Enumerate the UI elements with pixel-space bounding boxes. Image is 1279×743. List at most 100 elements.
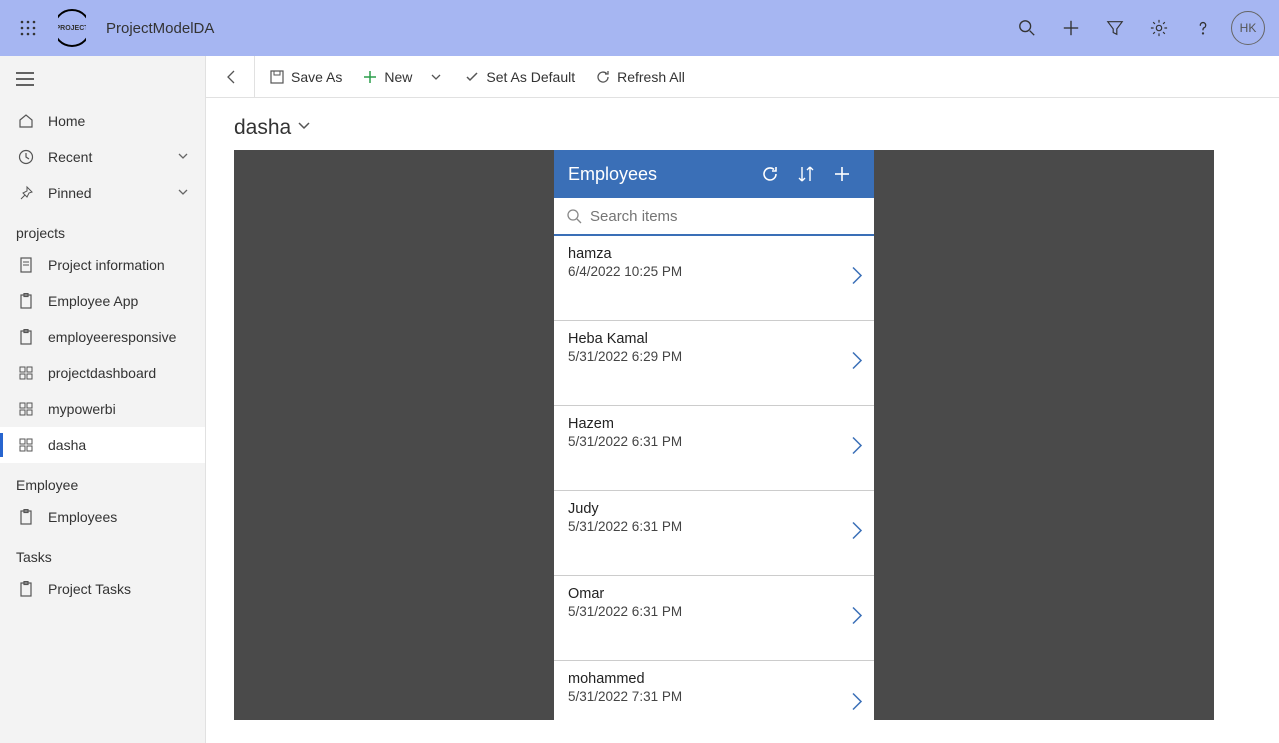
chevron-right-icon <box>850 436 864 461</box>
nav-label: dasha <box>48 437 86 453</box>
item-date: 5/31/2022 7:31 PM <box>568 689 860 704</box>
command-bar: Save As New Set As Default Refresh All <box>206 56 1279 98</box>
section-projects: projects <box>0 211 205 247</box>
nav-label: Employees <box>48 509 117 525</box>
item-name: Judy <box>568 501 860 517</box>
gear-icon[interactable] <box>1137 6 1181 50</box>
nav-label: mypowerbi <box>48 401 116 417</box>
chevron-right-icon <box>850 691 864 716</box>
app-canvas: Employees hamza 6/4/2022 10:25 PM <box>234 150 1214 720</box>
avatar[interactable]: HK <box>1231 11 1265 45</box>
set-default-button[interactable]: Set As Default <box>454 56 585 98</box>
sidebar-item-mypowerbi[interactable]: mypowerbi <box>0 391 205 427</box>
refresh-icon[interactable] <box>752 156 788 192</box>
app-title: ProjectModelDA <box>106 20 214 37</box>
search-icon[interactable] <box>1005 6 1049 50</box>
help-icon[interactable] <box>1181 6 1225 50</box>
item-name: mohammed <box>568 671 860 687</box>
sidebar-item-project-information[interactable]: Project information <box>0 247 205 283</box>
dashboard-icon <box>16 437 36 453</box>
panel-header: Employees <box>554 150 874 198</box>
nav-pinned[interactable]: Pinned <box>0 175 205 211</box>
item-date: 5/31/2022 6:31 PM <box>568 434 860 449</box>
cmd-label: Set As Default <box>486 69 575 85</box>
cmd-label: Save As <box>291 69 342 85</box>
employees-list: hamza 6/4/2022 10:25 PM Heba Kamal 5/31/… <box>554 236 874 720</box>
add-icon[interactable] <box>824 156 860 192</box>
chevron-right-icon <box>850 266 864 291</box>
app-launcher-icon[interactable] <box>8 8 48 48</box>
nav-label: projectdashboard <box>48 365 156 381</box>
nav-home[interactable]: Home <box>0 103 205 139</box>
clipboard-icon <box>16 509 36 525</box>
main: Save As New Set As Default Refresh All d… <box>206 56 1279 743</box>
hamburger-icon[interactable] <box>0 60 205 103</box>
list-item[interactable]: mohammed 5/31/2022 7:31 PM <box>554 661 874 720</box>
chevron-right-icon <box>850 606 864 631</box>
list-item[interactable]: Judy 5/31/2022 6:31 PM <box>554 491 874 576</box>
app-logo: PROJECT <box>52 8 92 48</box>
top-header: PROJECT ProjectModelDA HK <box>0 0 1279 56</box>
item-date: 6/4/2022 10:25 PM <box>568 264 860 279</box>
nav-label: Project information <box>48 257 165 273</box>
filter-icon[interactable] <box>1093 6 1137 50</box>
dashboard-icon <box>16 401 36 417</box>
employees-panel: Employees hamza 6/4/2022 10:25 PM <box>554 150 874 720</box>
refresh-all-button[interactable]: Refresh All <box>585 56 695 98</box>
sidebar-item-project-tasks[interactable]: Project Tasks <box>0 571 205 607</box>
clipboard-icon <box>16 581 36 597</box>
sidebar-item-projectdashboard[interactable]: projectdashboard <box>0 355 205 391</box>
list-item[interactable]: hamza 6/4/2022 10:25 PM <box>554 236 874 321</box>
home-icon <box>16 113 36 129</box>
item-name: Omar <box>568 586 860 602</box>
item-date: 5/31/2022 6:31 PM <box>568 519 860 534</box>
nav-label: Recent <box>48 149 92 165</box>
list-item[interactable]: Omar 5/31/2022 6:31 PM <box>554 576 874 661</box>
item-name: Heba Kamal <box>568 331 860 347</box>
add-icon[interactable] <box>1049 6 1093 50</box>
sidebar-item-dasha[interactable]: dasha <box>0 427 205 463</box>
chevron-down-icon[interactable] <box>297 119 311 138</box>
dashboard-icon <box>16 365 36 381</box>
page-title-row: dasha <box>206 98 1279 150</box>
chevron-right-icon <box>850 521 864 546</box>
search-input[interactable] <box>590 208 862 225</box>
pin-icon <box>16 185 36 201</box>
chevron-down-icon <box>177 185 189 201</box>
sort-icon[interactable] <box>788 156 824 192</box>
page-title: dasha <box>234 116 291 140</box>
item-date: 5/31/2022 6:31 PM <box>568 604 860 619</box>
list-item[interactable]: Hazem 5/31/2022 6:31 PM <box>554 406 874 491</box>
nav-label: employeeresponsive <box>48 329 176 345</box>
clipboard-icon <box>16 293 36 309</box>
clipboard-icon <box>16 329 36 345</box>
chevron-right-icon <box>850 351 864 376</box>
section-tasks: Tasks <box>0 535 205 571</box>
nav-label: Pinned <box>48 185 92 201</box>
new-dropdown[interactable] <box>422 56 454 98</box>
cmd-label: New <box>384 69 412 85</box>
save-as-button[interactable]: Save As <box>259 56 352 98</box>
sidebar-item-employees[interactable]: Employees <box>0 499 205 535</box>
nav-label: Employee App <box>48 293 138 309</box>
cmd-label: Refresh All <box>617 69 685 85</box>
search-row <box>554 198 874 236</box>
item-date: 5/31/2022 6:29 PM <box>568 349 860 364</box>
document-icon <box>16 257 36 273</box>
item-name: hamza <box>568 246 860 262</box>
section-employee: Employee <box>0 463 205 499</box>
back-button[interactable] <box>214 56 250 98</box>
search-icon <box>566 208 582 224</box>
sidebar-item-employeeresponsive[interactable]: employeeresponsive <box>0 319 205 355</box>
nav-label: Project Tasks <box>48 581 131 597</box>
item-name: Hazem <box>568 416 860 432</box>
nav-recent[interactable]: Recent <box>0 139 205 175</box>
sidebar-item-employee-app[interactable]: Employee App <box>0 283 205 319</box>
new-button[interactable]: New <box>352 56 422 98</box>
nav-label: Home <box>48 113 85 129</box>
panel-title: Employees <box>568 164 752 185</box>
list-item[interactable]: Heba Kamal 5/31/2022 6:29 PM <box>554 321 874 406</box>
chevron-down-icon <box>177 149 189 165</box>
sidebar: Home Recent Pinned projects Project info… <box>0 56 206 743</box>
clock-icon <box>16 149 36 165</box>
